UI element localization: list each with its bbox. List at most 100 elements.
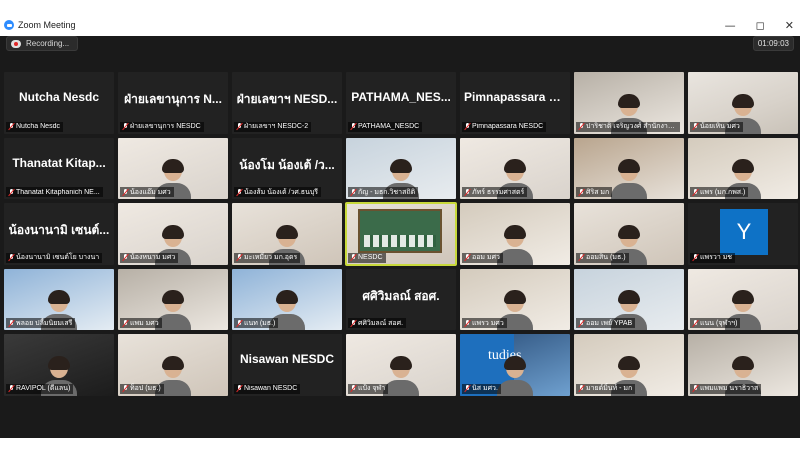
participant-display-name: Nutcha Nesdc <box>18 90 100 104</box>
participant-name: แพร (มก.กพส.) <box>700 188 746 196</box>
muted-mic-icon <box>464 188 470 196</box>
participant-tile[interactable]: Thanatat Kitap... Thanatat Kitaphanich NE… <box>4 137 114 200</box>
participant-name: Nutcha Nesdc <box>16 123 60 131</box>
muted-mic-icon <box>122 319 128 327</box>
participant-name: แพรวา มช <box>700 254 733 262</box>
participant-name: แพม มศว <box>130 319 159 327</box>
participant-name-tag: แพรวา มช <box>690 252 736 263</box>
participant-display-name: PATHAMA_NES... <box>351 90 451 104</box>
muted-mic-icon <box>122 123 128 130</box>
muted-mic-icon <box>236 188 242 196</box>
participant-tile[interactable]: มายด์มิ้นท์ - มก <box>574 334 684 396</box>
participant-name-tag: มะเหมี่ยว มก.อุดร <box>234 252 301 263</box>
participant-tile[interactable]: ศศิวิมลณ์ สอศ. ศศิวิมลณ์ สอศ. <box>346 268 456 331</box>
participant-tile[interactable]: แพม มศว <box>118 268 228 331</box>
participant-tile[interactable]: น้องหนาม มศว <box>118 203 228 265</box>
muted-mic-icon <box>692 123 698 130</box>
participant-tile[interactable]: RAVIPOL (ดีแลน) <box>4 334 114 396</box>
participant-tile[interactable]: PATHAMA_NES... PATHAMA_NESDC <box>346 72 456 134</box>
participant-name: Pimnapassara NESDC <box>472 123 544 131</box>
minimize-icon[interactable]: — <box>725 19 736 32</box>
participant-tile[interactable]: แนท (มธ.) <box>232 268 342 331</box>
participant-video <box>611 159 647 200</box>
participant-tile[interactable]: Pimnapassara N... Pimnapassara NESDC <box>460 72 570 134</box>
participant-tile[interactable]: ท็อป (มธ.) <box>118 334 228 396</box>
participant-name-tag: ฝ่ายเลขาฯ NESDC-2 <box>234 121 312 132</box>
muted-mic-icon <box>464 254 470 261</box>
muted-mic-icon <box>236 254 242 261</box>
participant-name: ปาริชาติ เจริญวงศ์ สำนักงานสศ. <box>586 123 677 131</box>
participant-name-tag: มายด์มิ้นท์ - มก <box>576 383 636 394</box>
participant-display-name: ฝ่ายเลขาฯ NESD... <box>236 92 338 106</box>
participant-tile[interactable]: ปาริชาติ เจริญวงศ์ สำนักงานสศ. <box>574 72 684 134</box>
participant-video <box>497 355 533 396</box>
participant-tile[interactable]: แพร (มก.กพส.) <box>688 137 798 200</box>
participant-name-tag: NESDC <box>348 252 386 263</box>
gallery-view: Nutcha Nesdc Nutcha Nesdc ฝ่ายเลขานุการ N.… <box>4 72 798 398</box>
participant-tile[interactable]: ฝ่ายเลขานุการ N... ฝ่ายเลขานุการ NESDC <box>118 72 228 134</box>
participant-name-tag: Pimnapassara NESDC <box>462 121 547 132</box>
participant-tile[interactable]: แพมแพม นราธิวาส <box>688 334 798 396</box>
participant-name-tag: PATHAMA_NESDC <box>348 121 423 132</box>
muted-mic-icon <box>350 319 356 327</box>
muted-mic-icon <box>8 254 14 261</box>
participant-name-tag: ออม มศว <box>462 252 503 263</box>
participant-name: แนท (มธ.) <box>244 319 276 327</box>
participant-tile[interactable]: Nutcha Nesdc Nutcha Nesdc <box>4 72 114 134</box>
participant-tile[interactable]: ออม เพย์ YPAB <box>574 268 684 331</box>
participant-name: น้องนานามิ เซนต์โย บางนา <box>16 254 100 262</box>
participant-tile[interactable]: น้องนานามิ เซนต์... น้องนานามิ เซนต์โย บา… <box>4 203 114 265</box>
participant-name-tag: ฝ่ายเลขานุการ NESDC <box>120 121 204 132</box>
muted-mic-icon <box>8 188 14 196</box>
participant-name-tag: น้อยเหิน มศว <box>690 121 743 132</box>
muted-mic-icon <box>578 188 584 196</box>
participant-tile[interactable]: Nisawan NESDC Nisawan NESDC <box>232 334 342 396</box>
muted-mic-icon <box>236 123 242 130</box>
participant-tile[interactable]: tudies นิส มศว. <box>460 334 570 396</box>
participant-name-tag: แป้ง จุฬา <box>348 383 389 394</box>
participant-name-tag: ภัทร์ ธรรมศาสตร์ <box>462 187 528 198</box>
participant-tile[interactable]: ศิริส มก <box>574 137 684 200</box>
participant-name-tag: แนท (มธ.) <box>234 318 279 329</box>
participant-tile[interactable]: Y แพรวา มช <box>688 203 798 265</box>
muted-mic-icon <box>464 123 470 130</box>
participant-tile[interactable]: น้องแอ๊ม มศว <box>118 137 228 200</box>
participant-tile[interactable]: น้องโม น้องเต้ /ว... น้องส้ม น้องเต้ /วศ.… <box>232 137 342 200</box>
avatar: Y <box>720 209 768 256</box>
participant-tile[interactable]: กัญ - มธก.วิชาสถิติ <box>346 137 456 200</box>
participant-tile[interactable]: NESDC <box>345 202 457 266</box>
participant-tile[interactable]: มะเหมี่ยว มก.อุดร <box>232 203 342 265</box>
participant-name: มะเหมี่ยว มก.อุดร <box>244 254 298 262</box>
participant-name: PATHAMA_NESDC <box>358 123 420 131</box>
participant-tile[interactable]: ฝ่ายเลขาฯ NESD... ฝ่ายเลขาฯ NESDC-2 <box>232 72 342 134</box>
participant-name-tag: น้องแอ๊ม มศว <box>120 187 174 198</box>
participant-tile[interactable]: ออม มศว <box>460 203 570 265</box>
participant-tile[interactable]: แพรว มศว <box>460 268 570 331</box>
recording-label: Recording... <box>26 39 70 48</box>
muted-mic-icon <box>8 319 14 327</box>
recording-indicator[interactable]: Recording... <box>6 36 79 51</box>
shared-video-group-photo <box>358 209 442 254</box>
participant-name: ออม มศว <box>472 254 500 262</box>
participant-tile[interactable]: พลอย ปลื้มนิยมเสรี <box>4 268 114 331</box>
participant-display-name: Thanatat Kitap... <box>12 155 106 170</box>
participant-name: ศิริส มก <box>586 188 610 196</box>
participant-name: Thanatat Kitaphanich NE... <box>16 188 100 196</box>
participant-name-tag: นิส มศว. <box>462 383 501 394</box>
close-icon[interactable]: ✕ <box>785 19 794 32</box>
participant-name: แพมแพม นราธิวาส <box>700 385 759 393</box>
participant-tile[interactable]: ภัทร์ ธรรมศาสตร์ <box>460 137 570 200</box>
participant-name: ฝ่ายเลขาฯ NESDC-2 <box>244 123 309 131</box>
participant-tile[interactable]: แนน (จุฬาฯ) <box>688 268 798 331</box>
muted-mic-icon <box>122 254 128 261</box>
participant-name-tag: Thanatat Kitaphanich NE... <box>6 187 103 198</box>
participant-tile[interactable]: น้อยเหิน มศว <box>688 72 798 134</box>
participant-display-name: ศศิวิมลณ์ สอศ. <box>362 288 440 303</box>
participant-tile[interactable]: แป้ง จุฬา <box>346 334 456 396</box>
muted-mic-icon <box>122 188 128 196</box>
participant-tile[interactable]: ออมสิน (มธ.) <box>574 203 684 265</box>
participant-name: น้อยเหิน มศว <box>700 123 740 131</box>
maximize-icon[interactable]: ◻ <box>756 19 765 32</box>
title-bar: Zoom Meeting — ◻ ✕ <box>0 14 800 36</box>
participant-name-tag: แพม มศว <box>120 318 162 329</box>
